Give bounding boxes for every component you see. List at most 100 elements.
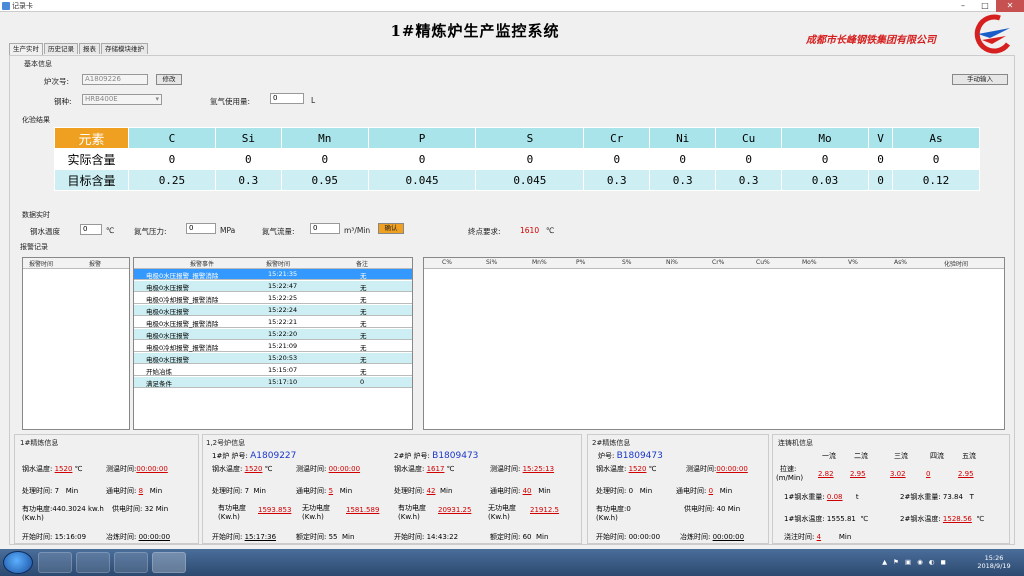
p4-temp2-value: 1528.56	[942, 515, 972, 523]
alarm-time: 15:22:20	[268, 330, 298, 338]
p3-feed-value: 0	[708, 487, 714, 495]
endpoint-unit: ℃	[546, 226, 555, 235]
media-player-icon[interactable]	[114, 552, 148, 573]
app-task-icon[interactable]	[152, 552, 186, 573]
alarm-event: 满足条件	[146, 380, 172, 388]
alarm-row[interactable]: 满足条件 15:17:10 0	[134, 377, 412, 388]
modify-button[interactable]: 修改	[156, 74, 182, 85]
lab-col-header: 化验时间	[944, 261, 969, 268]
argon-label: 氩气使用量:	[210, 97, 251, 106]
alarm-time: 15:22:25	[268, 294, 298, 302]
p3-temp-value: 1520	[628, 465, 647, 473]
target-cr: 0.3	[583, 169, 651, 191]
strand-header: 五流	[962, 452, 976, 460]
p3-title: 2#精炼信息	[592, 439, 631, 447]
water-temp-input[interactable]: 0	[80, 224, 102, 235]
maximize-button[interactable]: □	[974, 0, 996, 12]
argon-input[interactable]: 0	[270, 93, 304, 104]
alarm-event: 电极0冷却报警_报警消除	[146, 344, 219, 352]
explorer-icon[interactable]	[76, 552, 110, 573]
alarm-note: 0	[360, 378, 365, 386]
alarm-row[interactable]: 电极0水压报警 15:22:20 无	[134, 329, 412, 340]
alarm-left-header: 报警时间 报警	[23, 258, 129, 269]
alarm-row[interactable]: 电极0冷却报警_报警消除 15:21:09 无	[134, 341, 412, 352]
tab-realtime[interactable]: 生产实时	[9, 43, 43, 55]
alarm-row[interactable]: 电极0水压报警 15:20:53 无	[134, 353, 412, 364]
tab-storage[interactable]: 存储模块维护	[101, 43, 148, 54]
actual-mn: 0	[280, 148, 369, 170]
alarm-row[interactable]: 电极0水压报警 15:22:24 无	[134, 305, 412, 316]
alarm-row[interactable]: 电极0水压报警 15:22:47 无	[134, 281, 412, 292]
strand-header: 二流	[854, 452, 868, 460]
p1-measure-value: 00:00:00	[136, 465, 168, 473]
p1-measure-label: 测温时间:	[106, 465, 137, 473]
alarm-row[interactable]: 电极0冷却报警_报警消除 15:22:25 无	[134, 293, 412, 304]
lab-result-list[interactable]: C% Si% Mn% P% S% Ni% Cr% Cu% Mo% V% As% 化验时间	[423, 257, 1005, 430]
element-si: Si	[214, 127, 282, 149]
p1-temp-label: 钢水温度:	[22, 465, 53, 473]
p3-start-value: 00:00:00	[628, 533, 661, 541]
alarm-row[interactable]: 开始冶炼 15:15:07 无	[134, 365, 412, 376]
strand-speed-value: 2.82	[818, 470, 834, 478]
tray-icons[interactable]: ▲⚑▣◉◐◼	[862, 558, 972, 566]
start-button[interactable]	[3, 551, 33, 574]
element-ni: Ni	[649, 127, 717, 149]
p2-right-npower-value: 21912.5	[530, 506, 559, 514]
strand-header: 四流	[930, 452, 944, 460]
manual-input-button[interactable]: 手动输入	[952, 74, 1008, 85]
p2-right-proc-value: 42	[426, 487, 436, 495]
element-cu: Cu	[715, 127, 783, 149]
nitrogen-flow-unit: m³/Min	[344, 226, 371, 235]
p2-right-end-value: 60	[522, 533, 532, 541]
strand-header: 三流	[894, 452, 908, 460]
p1-proc-value: 7	[54, 487, 60, 495]
p4-title: 连铸机信息	[778, 439, 813, 447]
ie-icon[interactable]	[38, 552, 72, 573]
p2-left-proc-value: 7	[244, 487, 250, 495]
alarm-note: 无	[360, 272, 367, 280]
target-c: 0.25	[128, 169, 216, 191]
p3-proc-value: 0	[628, 487, 634, 495]
furnace-label: 炉次号:	[44, 77, 70, 86]
alarm-left-list[interactable]: 报警时间 报警	[22, 257, 130, 430]
nitrogen-pressure-input[interactable]: 0	[186, 223, 216, 234]
alarm-note: 无	[360, 296, 367, 304]
clock[interactable]: 15:26 2018/9/19	[970, 554, 1018, 570]
alarm-note: 无	[360, 332, 367, 340]
company-logo-icon	[974, 14, 1011, 54]
actual-cr: 0	[583, 148, 651, 170]
p2-right-furnace-value: B1809473	[432, 451, 479, 461]
tab-bar: 生产实时 历史记录 报表 存储模块维护	[9, 43, 149, 55]
lab-col-header: Si%	[486, 259, 498, 266]
element-mn: Mn	[280, 127, 369, 149]
p1-feed-label: 通电时间:	[106, 487, 137, 495]
alarm-event-list[interactable]: 报警事件 报警时间 备注 电极0水压报警_报警消除 15:21:35 无电极0水压报…	[133, 257, 413, 430]
close-button[interactable]: ✕	[996, 0, 1024, 12]
lab-col-header: Mo%	[802, 259, 817, 266]
confirm-button[interactable]: 确认	[378, 223, 404, 234]
minimize-button[interactable]: –	[952, 0, 974, 12]
alarm-note: 无	[360, 320, 367, 328]
target-ni: 0.3	[649, 169, 717, 191]
p2-left-feed-value: 5	[328, 487, 334, 495]
chem-table: 元素 C Si Mn P S Cr Ni Cu Mo V As 实际含量 0 0 0 0 0 0 0 0 0 0 0 目标含…	[54, 127, 980, 191]
p1-temp-value: 1520	[54, 465, 73, 473]
nitrogen-flow-input[interactable]: 0	[310, 223, 340, 234]
alarm-time: 15:20:53	[268, 354, 298, 362]
strand-speed-value: 0	[926, 470, 931, 478]
steel-select[interactable]: HRB400E ▾	[82, 94, 162, 105]
p1-start-value: 15:16:09	[54, 533, 87, 541]
alarm-event: 电极0水压报警	[146, 356, 190, 364]
alarm-row[interactable]: 电极0水压报警_报警消除 15:21:35 无	[134, 269, 412, 280]
alarm-note: 无	[360, 368, 367, 376]
p4-speed-label: 拉速:	[780, 465, 797, 473]
element-p: P	[367, 127, 477, 149]
monitor-section-title: 数据实时	[22, 211, 50, 219]
furnace-input[interactable]: A1809226	[82, 74, 148, 85]
actual-si: 0	[214, 148, 282, 170]
lab-col-header: C%	[442, 259, 452, 266]
tab-history[interactable]: 历史记录	[44, 43, 78, 54]
tab-report[interactable]: 报表	[79, 43, 100, 54]
alarm-row[interactable]: 电极0水压报警_报警消除 15:22:21 无	[134, 317, 412, 328]
water-temp-unit: ℃	[106, 226, 115, 235]
